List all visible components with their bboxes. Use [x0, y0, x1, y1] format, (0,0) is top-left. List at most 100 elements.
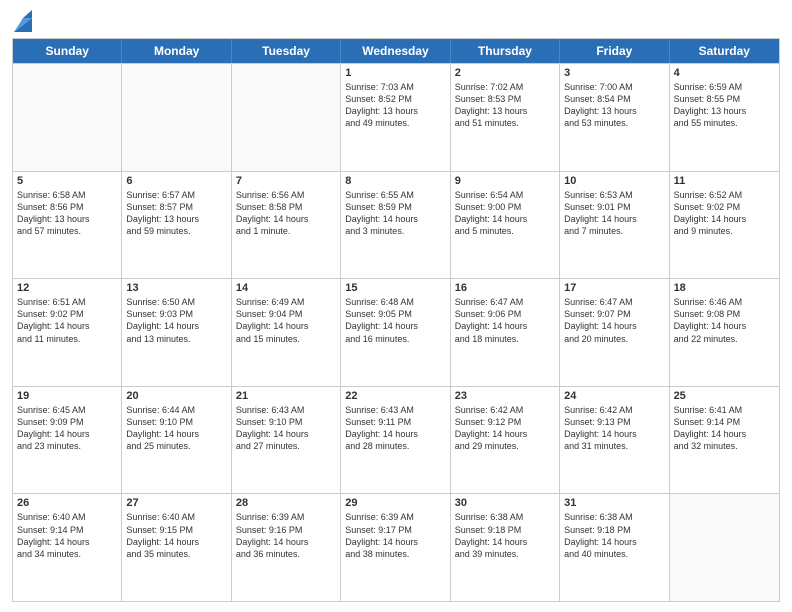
cal-cell-0-1	[122, 64, 231, 171]
cal-cell-4-4: 30Sunrise: 6:38 AMSunset: 9:18 PMDayligh…	[451, 494, 560, 601]
cell-text: Sunrise: 6:41 AMSunset: 9:14 PMDaylight:…	[674, 404, 775, 453]
cal-row-1: 5 Sunrise: 6:58 AMSunset: 8:56 PMDaylight…	[13, 171, 779, 279]
cell-text: Sunrise: 6:55 AMSunset: 8:59 PMDaylight:…	[345, 189, 445, 238]
cal-cell-3-5: 24 Sunrise: 6:42 AMSunset: 9:13 PMDayligh…	[560, 387, 669, 494]
cal-cell-3-2: 21 Sunrise: 6:43 AMSunset: 9:10 PMDayligh…	[232, 387, 341, 494]
day-number: 10	[564, 175, 664, 187]
calendar-header: SundayMondayTuesdayWednesdayThursdayFrid…	[13, 39, 779, 63]
day-number: 31	[564, 497, 664, 509]
day-number: 11	[674, 175, 775, 187]
day-number: 1	[345, 67, 445, 79]
cell-text: Sunrise: 6:56 AMSunset: 8:58 PMDaylight:…	[236, 189, 336, 238]
cal-cell-4-5: 31 Sunrise: 6:38 AMSunset: 9:18 PMDayligh…	[560, 494, 669, 601]
header-day-friday: Friday	[560, 39, 669, 63]
cal-cell-0-4: 2 Sunrise: 7:02 AMSunset: 8:53 PMDaylight…	[451, 64, 560, 171]
cell-text: Sunrise: 6:43 AMSunset: 9:10 PMDaylight:…	[236, 404, 336, 453]
cell-text: Sunrise: 6:42 AMSunset: 9:12 PMDaylight:…	[455, 404, 555, 453]
cal-cell-2-6: 18Sunrise: 6:46 AMSunset: 9:08 PMDayligh…	[670, 279, 779, 386]
day-number: 24	[564, 390, 664, 402]
cal-cell-3-6: 25 Sunrise: 6:41 AMSunset: 9:14 PMDayligh…	[670, 387, 779, 494]
cal-cell-0-6: 4Sunrise: 6:59 AMSunset: 8:55 PMDaylight…	[670, 64, 779, 171]
cal-cell-0-0	[13, 64, 122, 171]
logo	[12, 10, 34, 32]
cal-row-4: 26 Sunrise: 6:40 AMSunset: 9:14 PMDayligh…	[13, 493, 779, 601]
cell-text: Sunrise: 6:53 AMSunset: 9:01 PMDaylight:…	[564, 189, 664, 238]
day-number: 6	[126, 175, 226, 187]
cell-text: Sunrise: 6:52 AMSunset: 9:02 PMDaylight:…	[674, 189, 775, 238]
cell-text: Sunrise: 6:38 AMSunset: 9:18 PMDaylight:…	[564, 511, 664, 560]
cell-text: Sunrise: 6:58 AMSunset: 8:56 PMDaylight:…	[17, 189, 117, 238]
header	[12, 10, 780, 32]
cell-text: Sunrise: 6:48 AMSunset: 9:05 PMDaylight:…	[345, 296, 445, 345]
cell-text: Sunrise: 7:02 AMSunset: 8:53 PMDaylight:…	[455, 81, 555, 130]
day-number: 28	[236, 497, 336, 509]
cell-text: Sunrise: 6:47 AMSunset: 9:06 PMDaylight:…	[455, 296, 555, 345]
cell-text: Sunrise: 6:39 AMSunset: 9:17 PMDaylight:…	[345, 511, 445, 560]
cal-cell-1-3: 8Sunrise: 6:55 AMSunset: 8:59 PMDaylight…	[341, 172, 450, 279]
day-number: 9	[455, 175, 555, 187]
day-number: 19	[17, 390, 117, 402]
cal-cell-1-0: 5 Sunrise: 6:58 AMSunset: 8:56 PMDaylight…	[13, 172, 122, 279]
cal-cell-3-1: 20 Sunrise: 6:44 AMSunset: 9:10 PMDayligh…	[122, 387, 231, 494]
header-day-wednesday: Wednesday	[341, 39, 450, 63]
cell-text: Sunrise: 6:45 AMSunset: 9:09 PMDaylight:…	[17, 404, 117, 453]
header-day-monday: Monday	[122, 39, 231, 63]
cal-row-3: 19 Sunrise: 6:45 AMSunset: 9:09 PMDayligh…	[13, 386, 779, 494]
cell-text: Sunrise: 6:51 AMSunset: 9:02 PMDaylight:…	[17, 296, 117, 345]
cell-text: Sunrise: 6:49 AMSunset: 9:04 PMDaylight:…	[236, 296, 336, 345]
cal-cell-3-3: 22 Sunrise: 6:43 AMSunset: 9:11 PMDayligh…	[341, 387, 450, 494]
day-number: 26	[17, 497, 117, 509]
day-number: 27	[126, 497, 226, 509]
cal-cell-4-6	[670, 494, 779, 601]
cal-cell-4-2: 28Sunrise: 6:39 AMSunset: 9:16 PMDayligh…	[232, 494, 341, 601]
day-number: 15	[345, 282, 445, 294]
day-number: 22	[345, 390, 445, 402]
cal-cell-4-3: 29 Sunrise: 6:39 AMSunset: 9:17 PMDayligh…	[341, 494, 450, 601]
cal-row-2: 12Sunrise: 6:51 AMSunset: 9:02 PMDayligh…	[13, 278, 779, 386]
day-number: 13	[126, 282, 226, 294]
header-day-thursday: Thursday	[451, 39, 560, 63]
cal-cell-3-4: 23 Sunrise: 6:42 AMSunset: 9:12 PMDayligh…	[451, 387, 560, 494]
cell-text: Sunrise: 6:46 AMSunset: 9:08 PMDaylight:…	[674, 296, 775, 345]
cal-cell-0-3: 1Sunrise: 7:03 AMSunset: 8:52 PMDaylight…	[341, 64, 450, 171]
cell-text: Sunrise: 6:40 AMSunset: 9:14 PMDaylight:…	[17, 511, 117, 560]
day-number: 17	[564, 282, 664, 294]
cell-text: Sunrise: 6:38 AMSunset: 9:18 PMDaylight:…	[455, 511, 555, 560]
logo-icon	[14, 10, 32, 32]
cal-cell-0-2	[232, 64, 341, 171]
day-number: 16	[455, 282, 555, 294]
cell-text: Sunrise: 7:00 AMSunset: 8:54 PMDaylight:…	[564, 81, 664, 130]
cell-text: Sunrise: 6:54 AMSunset: 9:00 PMDaylight:…	[455, 189, 555, 238]
cal-cell-1-6: 11 Sunrise: 6:52 AMSunset: 9:02 PMDayligh…	[670, 172, 779, 279]
cell-text: Sunrise: 6:42 AMSunset: 9:13 PMDaylight:…	[564, 404, 664, 453]
cal-cell-0-5: 3Sunrise: 7:00 AMSunset: 8:54 PMDaylight…	[560, 64, 669, 171]
day-number: 14	[236, 282, 336, 294]
cal-cell-1-2: 7 Sunrise: 6:56 AMSunset: 8:58 PMDaylight…	[232, 172, 341, 279]
cell-text: Sunrise: 6:57 AMSunset: 8:57 PMDaylight:…	[126, 189, 226, 238]
cal-cell-2-4: 16 Sunrise: 6:47 AMSunset: 9:06 PMDayligh…	[451, 279, 560, 386]
day-number: 21	[236, 390, 336, 402]
cal-cell-1-4: 9 Sunrise: 6:54 AMSunset: 9:00 PMDaylight…	[451, 172, 560, 279]
cal-cell-4-0: 26 Sunrise: 6:40 AMSunset: 9:14 PMDayligh…	[13, 494, 122, 601]
day-number: 20	[126, 390, 226, 402]
cal-row-0: 1Sunrise: 7:03 AMSunset: 8:52 PMDaylight…	[13, 63, 779, 171]
cell-text: Sunrise: 6:50 AMSunset: 9:03 PMDaylight:…	[126, 296, 226, 345]
day-number: 25	[674, 390, 775, 402]
cell-text: Sunrise: 6:44 AMSunset: 9:10 PMDaylight:…	[126, 404, 226, 453]
calendar-body: 1Sunrise: 7:03 AMSunset: 8:52 PMDaylight…	[13, 63, 779, 601]
day-number: 23	[455, 390, 555, 402]
page: SundayMondayTuesdayWednesdayThursdayFrid…	[0, 0, 792, 612]
cal-cell-2-3: 15 Sunrise: 6:48 AMSunset: 9:05 PMDayligh…	[341, 279, 450, 386]
cal-cell-2-5: 17Sunrise: 6:47 AMSunset: 9:07 PMDayligh…	[560, 279, 669, 386]
header-day-saturday: Saturday	[670, 39, 779, 63]
day-number: 29	[345, 497, 445, 509]
cal-cell-1-5: 10 Sunrise: 6:53 AMSunset: 9:01 PMDayligh…	[560, 172, 669, 279]
cell-text: Sunrise: 6:40 AMSunset: 9:15 PMDaylight:…	[126, 511, 226, 560]
cell-text: Sunrise: 6:43 AMSunset: 9:11 PMDaylight:…	[345, 404, 445, 453]
cal-cell-2-0: 12Sunrise: 6:51 AMSunset: 9:02 PMDayligh…	[13, 279, 122, 386]
day-number: 2	[455, 67, 555, 79]
day-number: 7	[236, 175, 336, 187]
cal-cell-1-1: 6 Sunrise: 6:57 AMSunset: 8:57 PMDaylight…	[122, 172, 231, 279]
day-number: 5	[17, 175, 117, 187]
cal-cell-4-1: 27 Sunrise: 6:40 AMSunset: 9:15 PMDayligh…	[122, 494, 231, 601]
